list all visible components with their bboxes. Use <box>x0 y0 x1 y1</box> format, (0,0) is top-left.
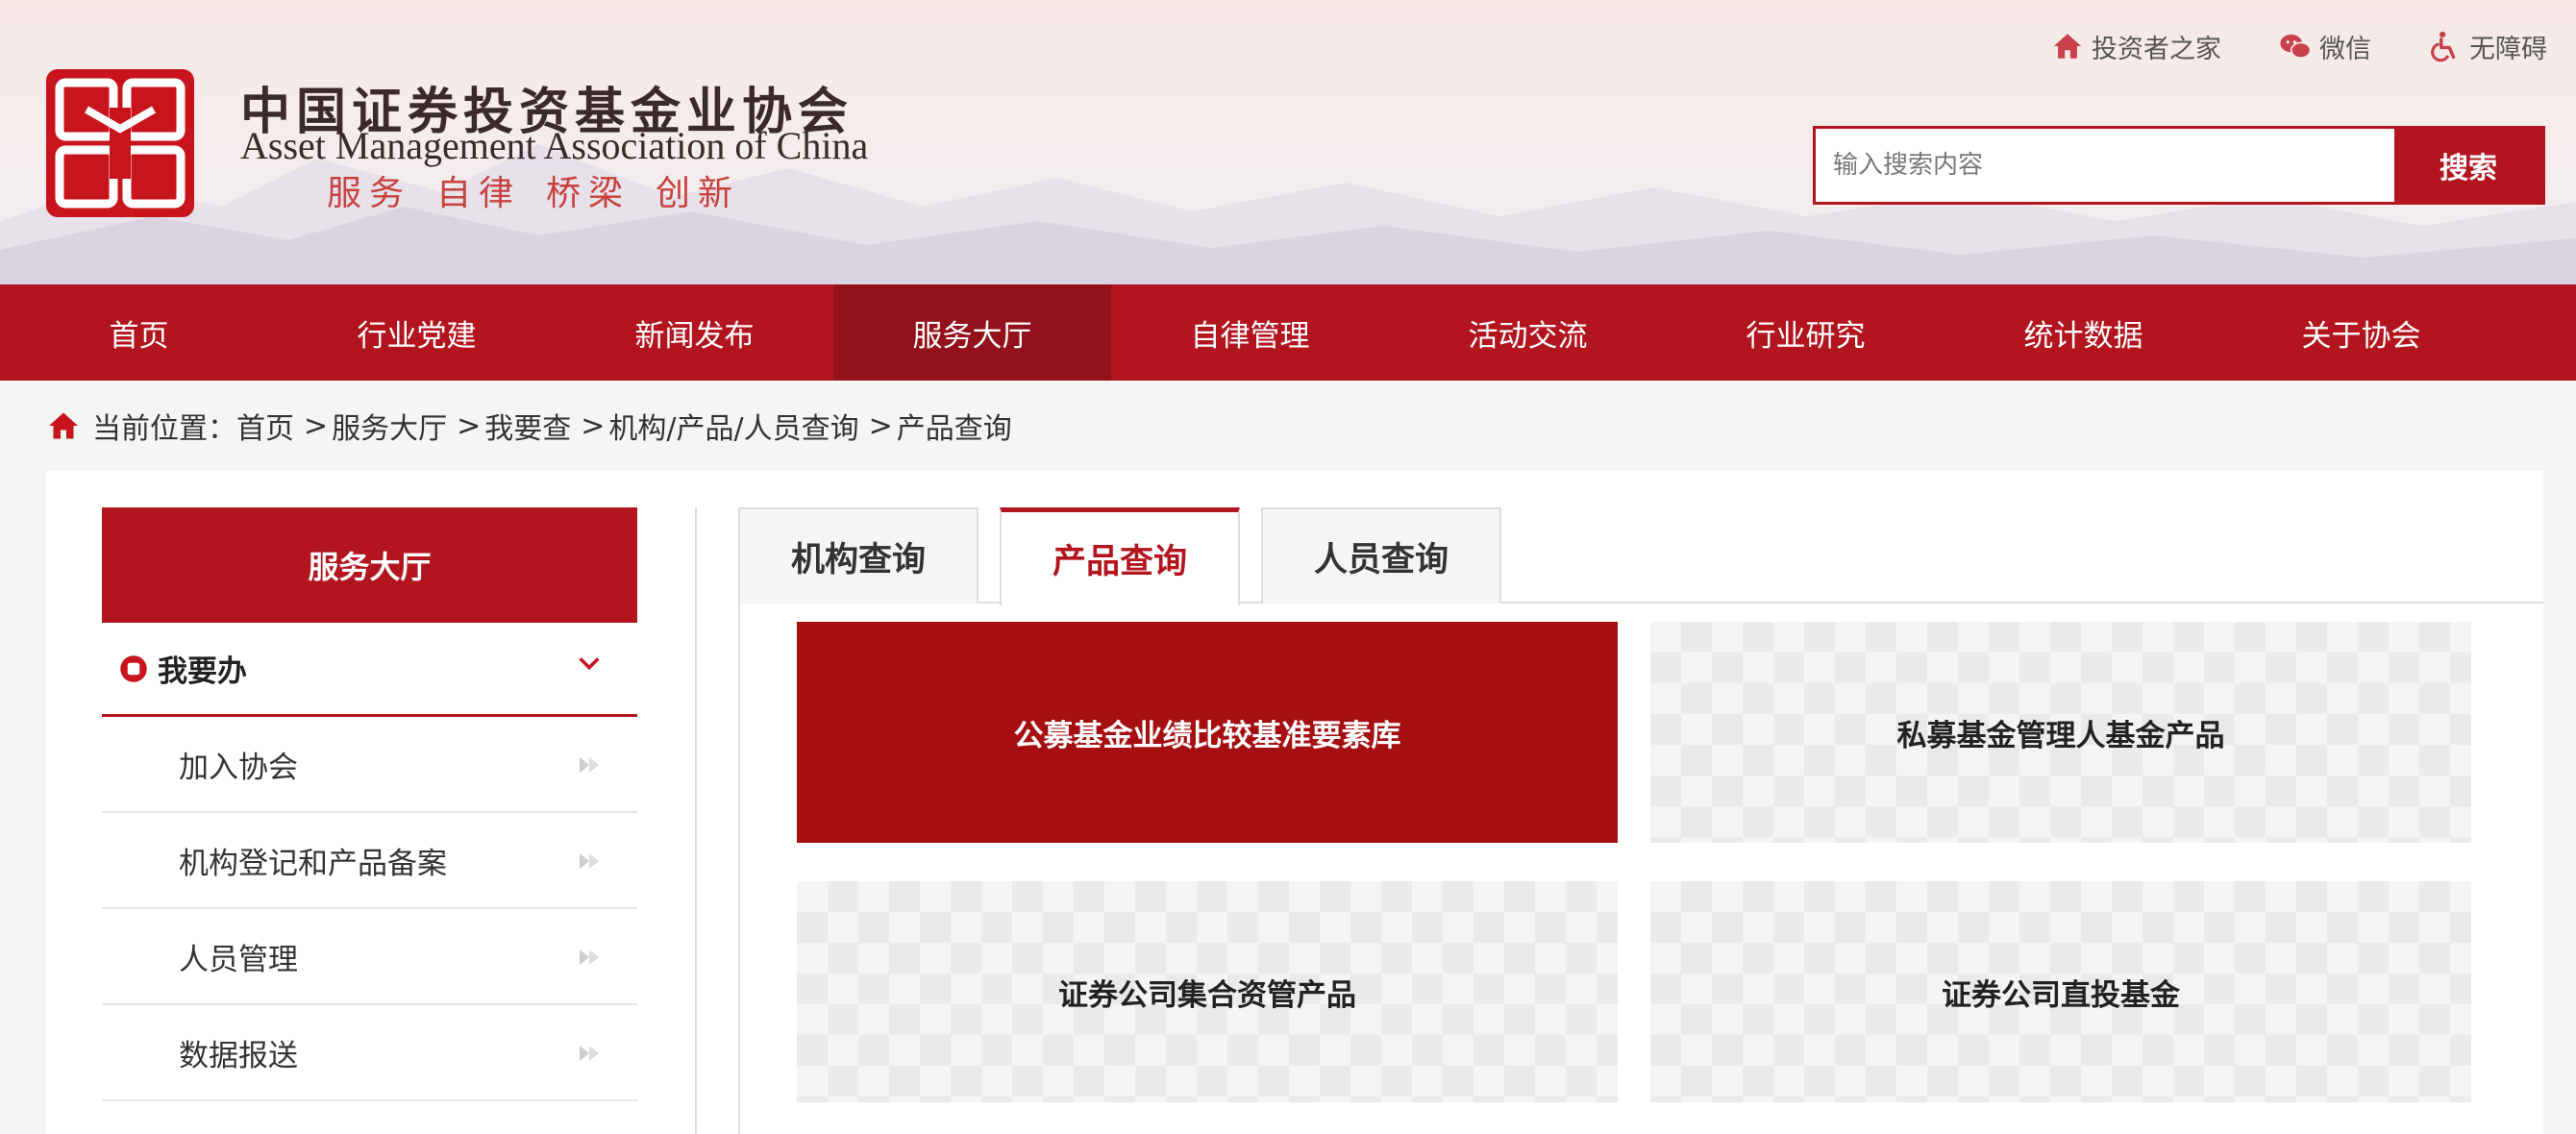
accessibility-link[interactable]: 无障碍 <box>2429 28 2547 65</box>
sidebar-group-todo[interactable]: 我要办 <box>102 623 637 717</box>
nav-item-research[interactable]: 行业研究 <box>1667 284 1944 381</box>
accessibility-label: 无障碍 <box>2469 34 2547 64</box>
wechat-icon <box>2280 34 2312 59</box>
card-public-fund-benchmark[interactable]: 公募基金业绩比较基准要素库 <box>797 622 1618 843</box>
card-securities-asset-mgmt[interactable]: 证券公司集合资管产品 <box>797 881 1618 1102</box>
breadcrumb-separator: > <box>304 408 329 443</box>
investor-home-label: 投资者之家 <box>2092 34 2221 64</box>
wechat-link[interactable]: 微信 <box>2279 28 2371 65</box>
slogan-word: 自律 <box>436 174 522 213</box>
sidebar-item-registration[interactable]: 机构登记和产品备案 <box>102 813 637 909</box>
accessibility-icon <box>2431 31 2456 62</box>
nav-item-service-hall[interactable]: 服务大厅 <box>833 284 1111 381</box>
org-slogan: 服务 自律 桥梁 创新 <box>327 165 765 215</box>
nav-item-home[interactable]: 首页 <box>0 284 278 381</box>
arrow-right-icon <box>580 757 599 773</box>
bullet-icon <box>120 654 147 682</box>
sidebar-item-label: 机构登记和产品备案 <box>179 846 447 881</box>
nav-item-about[interactable]: 关于协会 <box>2222 284 2500 381</box>
search-bar: 搜索 <box>1813 126 2545 205</box>
slogan-word: 服务 <box>327 174 412 213</box>
slogan-word: 桥梁 <box>546 174 632 213</box>
breadcrumb-org-product-person[interactable]: 机构/产品/人员查询 <box>608 405 858 447</box>
wechat-label: 微信 <box>2319 34 2371 64</box>
slogan-word: 创新 <box>656 174 741 213</box>
nav-item-self-regulation[interactable]: 自律管理 <box>1111 284 1389 381</box>
search-button[interactable]: 搜索 <box>2394 129 2542 202</box>
breadcrumb-separator: > <box>868 408 893 443</box>
divider <box>695 507 697 1134</box>
sidebar-item-label: 人员管理 <box>179 942 298 977</box>
sidebar-item-data-report[interactable]: 数据报送 <box>102 1005 637 1101</box>
main-nav: 首页 行业党建 新闻发布 服务大厅 自律管理 活动交流 行业研究 统计数据 关于… <box>0 284 2576 381</box>
breadcrumb: 当前位置： 首页 > 服务大厅 > 我要查 > 机构/产品/人员查询 > 产品查… <box>46 402 1012 450</box>
tab-org-query[interactable]: 机构查询 <box>738 507 978 604</box>
breadcrumb-separator: > <box>457 408 482 443</box>
query-tabs: 机构查询 产品查询 人员查询 <box>738 507 2543 605</box>
home-icon <box>49 412 78 439</box>
card-private-fund-products[interactable]: 私募基金管理人基金产品 <box>1650 622 2471 843</box>
breadcrumb-query[interactable]: 我要查 <box>484 405 571 447</box>
breadcrumb-home[interactable]: 首页 <box>236 405 294 447</box>
nav-item-party-building[interactable]: 行业党建 <box>278 284 556 381</box>
arrow-right-icon <box>580 1046 599 1061</box>
top-links: 投资者之家 微信 无障碍 <box>2051 27 2547 65</box>
sidebar-item-label: 加入协会 <box>179 750 298 785</box>
sidebar: 服务大厅 我要办 加入协会 机构登记和产品备案 人员管理 数据报送 <box>102 507 637 1101</box>
sidebar-item-join[interactable]: 加入协会 <box>102 717 637 813</box>
breadcrumb-separator: > <box>581 408 606 443</box>
site-header: 中国证券投资基金业协会 Asset Management Association… <box>0 0 2576 284</box>
sidebar-title: 服务大厅 <box>102 507 637 623</box>
sidebar-item-label: 数据报送 <box>179 1038 298 1073</box>
nav-item-news[interactable]: 新闻发布 <box>556 284 833 381</box>
breadcrumb-service-hall[interactable]: 服务大厅 <box>332 405 447 447</box>
sidebar-item-personnel[interactable]: 人员管理 <box>102 909 637 1005</box>
breadcrumb-prefix: 当前位置： <box>92 412 236 446</box>
investor-home-link[interactable]: 投资者之家 <box>2051 28 2221 65</box>
arrow-right-icon <box>580 949 599 965</box>
tab-person-query[interactable]: 人员查询 <box>1261 507 1501 604</box>
nav-item-statistics[interactable]: 统计数据 <box>1944 284 2222 381</box>
amac-seal-logo[interactable] <box>46 69 194 217</box>
chevron-down-icon <box>579 657 600 671</box>
arrow-right-icon <box>580 853 599 869</box>
org-name-en: Asset Management Association of China <box>240 124 869 167</box>
search-input[interactable] <box>1816 129 2394 202</box>
breadcrumb-product-query[interactable]: 产品查询 <box>897 405 1012 447</box>
card-securities-direct-invest[interactable]: 证券公司直投基金 <box>1650 881 2471 1102</box>
home-icon <box>2053 34 2082 59</box>
tab-product-query[interactable]: 产品查询 <box>1000 507 1240 605</box>
sidebar-group-label: 我要办 <box>158 654 247 689</box>
nav-item-events[interactable]: 活动交流 <box>1389 284 1667 381</box>
